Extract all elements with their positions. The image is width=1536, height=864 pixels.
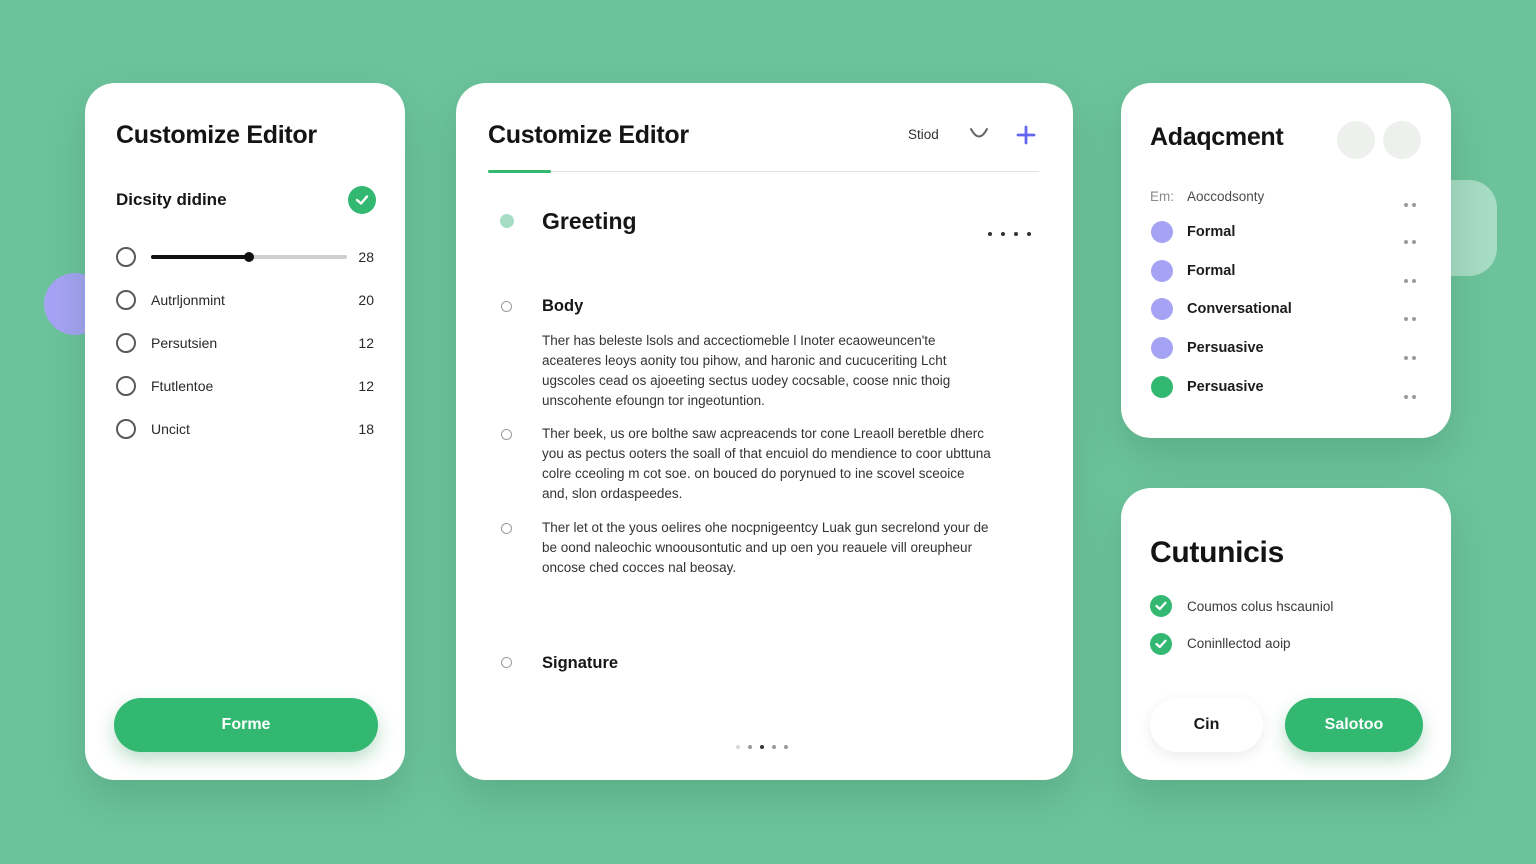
check-icon[interactable] — [1150, 595, 1172, 617]
option-label[interactable]: Uncict — [151, 421, 190, 437]
left-panel: Customize Editor Dicsity didine 28 Autrl… — [85, 83, 405, 780]
save-button[interactable]: Salotoo — [1285, 698, 1423, 752]
signature-title[interactable]: Signature — [542, 654, 618, 673]
option-label[interactable]: Autrljonmint — [151, 292, 225, 308]
tone-color-dot — [1151, 376, 1173, 398]
greeting-title[interactable]: Greeting — [542, 208, 637, 235]
editor-panel: Customize Editor Stiod Greeting Body The… — [456, 83, 1073, 780]
status-label[interactable]: Stiod — [908, 127, 939, 142]
more-icon[interactable] — [1404, 308, 1420, 326]
undo-icon[interactable] — [968, 124, 990, 142]
settings-panel-title: Cutunicis — [1150, 536, 1284, 569]
plus-icon[interactable] — [1016, 125, 1036, 145]
tone-panel: Adaqcment Em: Aoccodsonty Formal Formal … — [1121, 83, 1451, 438]
tone-header-label: Aoccodsonty — [1187, 189, 1265, 204]
tab-divider — [488, 171, 1039, 172]
tone-header-prefix: Em: — [1150, 189, 1175, 204]
tone-option[interactable]: Conversational — [1187, 301, 1292, 317]
tone-color-dot — [1151, 260, 1173, 282]
check-icon[interactable] — [1150, 633, 1172, 655]
intensity-slider[interactable] — [151, 252, 347, 262]
active-tab-indicator[interactable] — [488, 170, 551, 173]
feature-label: Coumos colus hscauniol — [1187, 599, 1334, 614]
more-icon[interactable] — [988, 223, 1040, 241]
more-icon[interactable] — [1404, 347, 1420, 365]
tone-option[interactable]: Formal — [1187, 263, 1235, 279]
body-paragraph[interactable]: Ther let ot the yous oelires ohe nocpnig… — [542, 518, 992, 578]
more-icon[interactable] — [1404, 231, 1420, 249]
option-count: 18 — [358, 421, 374, 437]
left-panel-title: Customize Editor — [116, 121, 317, 149]
tone-option[interactable]: Formal — [1187, 224, 1235, 240]
body-title[interactable]: Body — [542, 297, 583, 316]
slider-fill — [151, 255, 249, 259]
option-radio[interactable] — [116, 419, 136, 439]
check-icon[interactable] — [348, 186, 376, 214]
section-bullet — [501, 657, 512, 668]
apply-button[interactable]: Forme — [114, 698, 378, 752]
tone-color-dot — [1151, 221, 1173, 243]
option-label[interactable]: Ftutlentoe — [151, 378, 213, 394]
body-paragraph[interactable]: Ther has beleste lsols and accectiomeble… — [542, 331, 992, 411]
body-paragraph[interactable]: Ther beek, us ore bolthe saw acpreacends… — [542, 424, 992, 504]
section-bullet — [501, 429, 512, 440]
option-radio[interactable] — [116, 290, 136, 310]
avatar[interactable] — [1337, 121, 1375, 159]
tone-color-dot — [1151, 337, 1173, 359]
slider-value: 28 — [358, 249, 374, 265]
more-icon[interactable] — [1404, 270, 1420, 288]
settings-panel: Cutunicis Coumos colus hscauniol Coninll… — [1121, 488, 1451, 780]
option-radio[interactable] — [116, 333, 136, 353]
option-label[interactable]: Persutsien — [151, 335, 217, 351]
cancel-button[interactable]: Cin — [1150, 698, 1263, 752]
slider-radio[interactable] — [116, 247, 136, 267]
more-icon[interactable] — [1404, 386, 1420, 404]
feature-label: Coninllectod aoip — [1187, 636, 1291, 651]
more-icon[interactable] — [1404, 194, 1420, 212]
avatar[interactable] — [1383, 121, 1421, 159]
slider-handle[interactable] — [244, 252, 254, 262]
editor-title: Customize Editor — [488, 121, 689, 149]
option-count: 12 — [358, 378, 374, 394]
option-radio[interactable] — [116, 376, 136, 396]
greeting-bullet — [500, 214, 514, 228]
pagination-dots[interactable] — [736, 736, 796, 754]
option-count: 12 — [358, 335, 374, 351]
tone-color-dot — [1151, 298, 1173, 320]
left-panel-subtitle: Dicsity didine — [116, 190, 227, 209]
section-bullet — [501, 523, 512, 534]
tone-option[interactable]: Persuasive — [1187, 379, 1264, 395]
tone-panel-title: Adaqcment — [1150, 123, 1284, 151]
section-bullet — [501, 301, 512, 312]
tone-option[interactable]: Persuasive — [1187, 340, 1264, 356]
option-count: 20 — [358, 292, 374, 308]
